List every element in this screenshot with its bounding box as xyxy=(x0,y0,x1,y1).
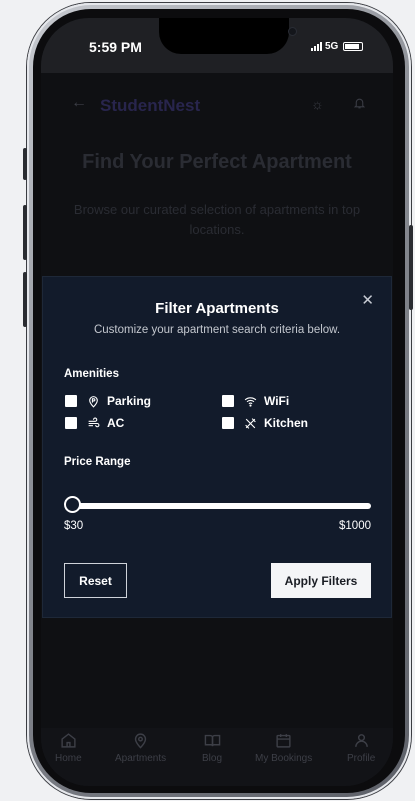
parking-checkbox[interactable] xyxy=(65,395,77,407)
modal-subtitle: Customize your apartment search criteria… xyxy=(93,324,341,336)
dynamic-island xyxy=(159,18,297,54)
amenities-label: Amenities xyxy=(64,368,119,380)
ac-checkbox[interactable] xyxy=(65,417,77,429)
tab-label: Apartments xyxy=(115,753,167,764)
signal-icon xyxy=(311,42,322,51)
bell-icon[interactable] xyxy=(353,96,366,113)
tab-apartments[interactable]: Apartments xyxy=(115,732,166,764)
mute-switch xyxy=(23,148,27,180)
filter-modal: ✕ Filter Apartments Customize your apart… xyxy=(42,276,392,618)
wind-icon xyxy=(86,416,100,430)
price-min: $30 xyxy=(64,520,84,532)
amenity-label: Kitchen xyxy=(264,416,309,430)
status-icons: 5G xyxy=(311,41,364,52)
tab-blog[interactable]: Blog xyxy=(202,732,222,764)
price-slider-track[interactable] xyxy=(68,503,371,509)
app-view: ← StudentNest ☼ Find Your Perfect Apartm… xyxy=(41,73,393,786)
status-bar: 5:59 PM 5G xyxy=(41,18,393,73)
network-type: 5G xyxy=(325,41,339,52)
price-max: $1000 xyxy=(339,520,371,532)
camera-icon xyxy=(288,27,297,36)
amenity-parking[interactable]: Parking xyxy=(65,394,151,408)
modal-title: Filter Apartments xyxy=(155,300,279,317)
battery-icon xyxy=(343,42,364,51)
amenity-ac[interactable]: AC xyxy=(65,416,124,430)
status-time: 5:59 PM xyxy=(89,39,142,55)
book-icon xyxy=(204,734,220,747)
reset-button[interactable]: Reset xyxy=(64,563,127,598)
volume-up-button xyxy=(23,205,27,260)
parking-icon xyxy=(86,394,100,408)
home-icon xyxy=(61,733,76,748)
price-slider-thumb[interactable] xyxy=(64,496,81,513)
volume-down-button xyxy=(23,272,27,327)
power-button xyxy=(409,225,413,310)
tab-home[interactable]: Home xyxy=(55,732,82,764)
map-pin-icon xyxy=(134,733,147,749)
app-header: ← StudentNest ☼ xyxy=(41,73,393,133)
tab-label: My Bookings xyxy=(255,753,313,764)
calendar-icon xyxy=(276,734,291,748)
tab-label: Blog xyxy=(202,753,223,764)
tab-bar: Home Apartments Blog My Bookings Profile xyxy=(41,728,393,786)
phone-screen: 5:59 PM 5G ← StudentNest ☼ Find Your Per… xyxy=(41,18,393,786)
tab-label: Profile xyxy=(347,753,376,764)
arrow-left-icon[interactable]: ← xyxy=(71,94,87,112)
wifi-checkbox[interactable] xyxy=(222,395,234,407)
amenity-kitchen[interactable]: Kitchen xyxy=(222,416,308,430)
tab-my-bookings[interactable]: My Bookings xyxy=(255,732,312,764)
amenity-wifi[interactable]: WiFi xyxy=(222,394,289,408)
apply-filters-button[interactable]: Apply Filters xyxy=(271,563,371,598)
user-icon xyxy=(354,734,368,747)
app-logo[interactable]: StudentNest xyxy=(100,96,200,116)
amenity-label: Parking xyxy=(107,394,152,408)
tab-label: Home xyxy=(55,753,82,764)
page-subtitle: Browse our curated selection of apartmen… xyxy=(73,202,361,237)
sun-icon[interactable]: ☼ xyxy=(311,96,324,112)
amenity-label: WiFi xyxy=(264,394,290,408)
utensils-icon xyxy=(243,416,257,430)
price-range-label: Price Range xyxy=(64,456,131,468)
wifi-icon xyxy=(243,394,257,408)
amenity-label: AC xyxy=(107,416,125,430)
tab-profile[interactable]: Profile xyxy=(347,732,375,764)
kitchen-checkbox[interactable] xyxy=(222,417,234,429)
page-title: Find Your Perfect Apartment xyxy=(82,151,352,173)
